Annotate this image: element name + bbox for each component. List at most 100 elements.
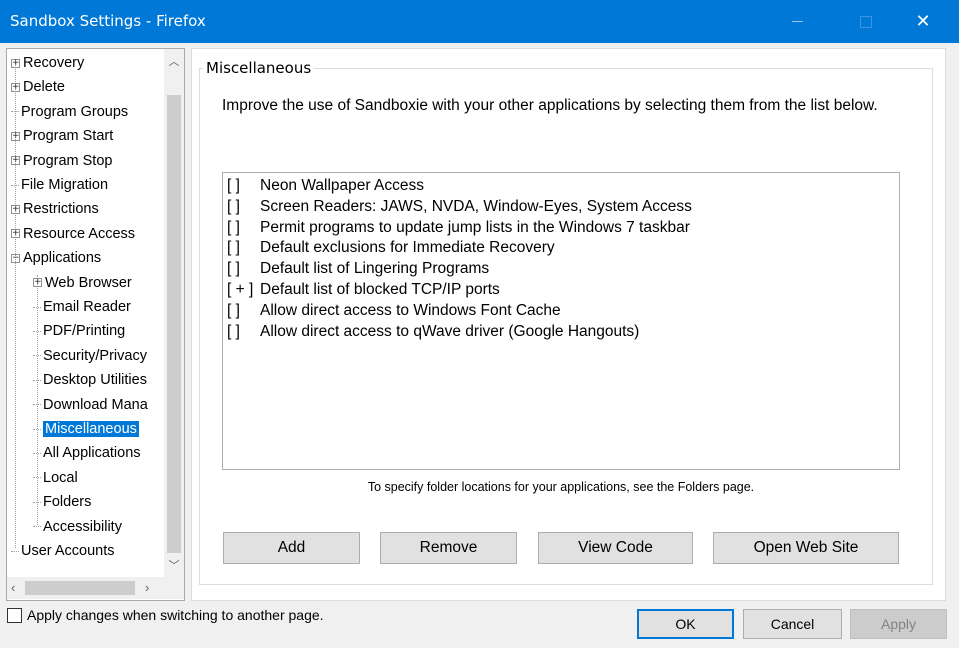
tree-connector-icon <box>33 428 41 430</box>
tree-item-folders[interactable]: Folders <box>33 491 91 513</box>
tree-item-email-reader[interactable]: Email Reader <box>33 296 131 318</box>
tree-item-delete[interactable]: + Delete <box>11 76 65 98</box>
tree-item-accessibility[interactable]: Accessibility <box>33 516 122 538</box>
tree-item-label: User Accounts <box>21 543 115 559</box>
list-item-state: [ ] <box>227 239 240 257</box>
tree-connector-icon <box>11 550 19 552</box>
scrollbar-corner <box>164 577 184 599</box>
list-item-label: Default list of blocked TCP/IP ports <box>260 281 500 298</box>
ok-button[interactable]: OK <box>637 609 734 639</box>
tree-item-label: Program Stop <box>23 152 113 169</box>
tree-item-applications[interactable]: − Applications <box>11 247 101 269</box>
tree-item-pdf-printing[interactable]: PDF/Printing <box>33 320 125 342</box>
cancel-button[interactable]: Cancel <box>743 609 842 639</box>
tree-connector-icon <box>33 526 41 528</box>
list-item-state: [ ] <box>227 177 240 194</box>
list-item[interactable]: [ ] Allow direct access to qWave driver (… <box>227 321 639 342</box>
tree-item-label: Miscellaneous <box>43 421 139 437</box>
list-item[interactable]: [ + ] Default list of blocked TCP/IP port… <box>227 279 500 300</box>
tree-connector-icon <box>11 111 19 113</box>
tree-item-resource-access[interactable]: + Resource Access <box>11 223 135 245</box>
collapse-icon[interactable]: − <box>11 253 20 263</box>
tree-item-program-start[interactable]: + Program Start <box>11 125 113 147</box>
expand-icon[interactable]: + <box>11 156 20 166</box>
tree-item-recovery[interactable]: + Recovery <box>11 52 84 74</box>
expand-icon[interactable]: + <box>11 83 20 93</box>
tree-item-label: Delete <box>23 79 65 96</box>
window-title: Sandbox Settings - Firefox <box>10 12 206 30</box>
tree-item-label: Recovery <box>23 55 85 71</box>
tree-item-label: Download Mana <box>43 396 148 413</box>
list-item[interactable]: [ ] Default list of Lingering Programs <box>227 258 489 279</box>
tree-item-security-privacy[interactable]: Security/Privacy <box>33 345 147 367</box>
list-item-label: Screen Readers: JAWS, NVDA, Window-Eyes,… <box>260 197 692 215</box>
list-item-label: Allow direct access to qWave driver (Goo… <box>260 322 640 340</box>
list-item-label: Default list of Lingering Programs <box>260 260 490 278</box>
list-item-state: [ ] <box>227 260 240 278</box>
tree-item-local[interactable]: Local <box>33 467 78 489</box>
tree-item-label: File Migration <box>21 177 109 193</box>
tree-item-desktop-utilities[interactable]: Desktop Utilities <box>33 369 147 391</box>
minimize-button[interactable] <box>774 0 820 43</box>
tree-item-web-browser[interactable]: + Web Browser <box>33 272 132 294</box>
apply-on-switch-label[interactable]: Apply changes when switching to another … <box>27 607 324 623</box>
view-code-button[interactable]: View Code <box>538 532 693 564</box>
tree-item-label: All Applications <box>43 445 141 462</box>
tree-item-label: Local <box>43 469 78 486</box>
list-item[interactable]: [ ] Neon Wallpaper Access <box>227 175 424 196</box>
scroll-down-icon[interactable]: ﹀ <box>168 557 180 573</box>
list-item-state: [ ] <box>227 197 240 215</box>
close-icon: ✕ <box>915 11 931 31</box>
scroll-right-icon[interactable]: › <box>145 580 149 595</box>
apply-button[interactable]: Apply <box>850 609 947 639</box>
scroll-up-icon[interactable]: ︿ <box>168 53 180 69</box>
list-item[interactable]: [ ] Screen Readers: JAWS, NVDA, Window-Ey… <box>227 196 692 217</box>
list-item[interactable]: [ ] Permit programs to update jump lists … <box>227 217 690 238</box>
title-bar: Sandbox Settings - Firefox ✕ <box>0 0 959 43</box>
list-item[interactable]: [ ] Allow direct access to Windows Font C… <box>227 300 561 321</box>
applications-listbox[interactable]: [ ] Neon Wallpaper Access [ ] Screen Reader… <box>222 172 900 470</box>
tree-item-restrictions[interactable]: + Restrictions <box>11 198 99 220</box>
settings-tree[interactable]: + Recovery + Delete Program Groups + Program S… <box>6 48 185 601</box>
tree-item-user-accounts[interactable]: User Accounts <box>11 540 115 562</box>
tree-item-program-stop[interactable]: + Program Stop <box>11 150 112 172</box>
expand-icon[interactable]: + <box>11 205 20 215</box>
close-button[interactable]: ✕ <box>900 0 946 43</box>
tree-item-download-mana[interactable]: Download Mana <box>33 394 148 416</box>
tree-item-program-groups[interactable]: Program Groups <box>11 101 128 123</box>
tree-scroll-thumb[interactable] <box>167 95 181 553</box>
maximize-button[interactable] <box>843 0 889 43</box>
list-item[interactable]: [ ] Default exclusions for Immediate Reco… <box>227 237 555 258</box>
expand-icon[interactable]: + <box>11 58 20 68</box>
add-button[interactable]: Add <box>223 532 360 564</box>
list-item-label: Permit programs to update jump lists in … <box>260 218 690 236</box>
panel-description: Improve the use of Sandboxie with your o… <box>222 97 878 114</box>
open-web-site-button[interactable]: Open Web Site <box>713 532 899 564</box>
tree-connector-icon <box>33 355 41 357</box>
expand-icon[interactable]: + <box>11 229 20 239</box>
tree-connector-icon <box>33 501 41 503</box>
tree-item-label: Resource Access <box>23 225 136 242</box>
list-item-state: [ ] <box>227 322 240 340</box>
tree-item-label: Accessibility <box>43 518 122 535</box>
tree-item-file-migration[interactable]: File Migration <box>11 174 108 196</box>
apply-on-switch-checkbox[interactable] <box>7 608 22 623</box>
tree-connector-icon <box>11 184 19 186</box>
tree-item-label: Security/Privacy <box>43 347 147 364</box>
tree-connector-icon <box>33 477 41 479</box>
tree-connector-icon <box>33 453 41 455</box>
tree-vertical-scrollbar[interactable]: ︿ ﹀ <box>164 49 184 577</box>
tree-item-label: Program Start <box>23 128 114 145</box>
remove-button[interactable]: Remove <box>380 532 517 564</box>
tree-item-all-applications[interactable]: All Applications <box>33 442 141 464</box>
tree-item-label: Folders <box>43 494 92 511</box>
scroll-left-icon[interactable]: ‹ <box>11 580 15 595</box>
expand-icon[interactable]: + <box>33 278 42 288</box>
tree-item-label: PDF/Printing <box>43 323 126 340</box>
tree-horizontal-scrollbar[interactable]: ‹ › <box>7 577 164 599</box>
tree-item-miscellaneous[interactable]: Miscellaneous <box>33 418 139 440</box>
group-title: Miscellaneous <box>203 59 315 77</box>
tree-hscroll-thumb[interactable] <box>25 581 135 595</box>
expand-icon[interactable]: + <box>11 131 20 141</box>
tree-item-label: Email Reader <box>43 299 131 315</box>
